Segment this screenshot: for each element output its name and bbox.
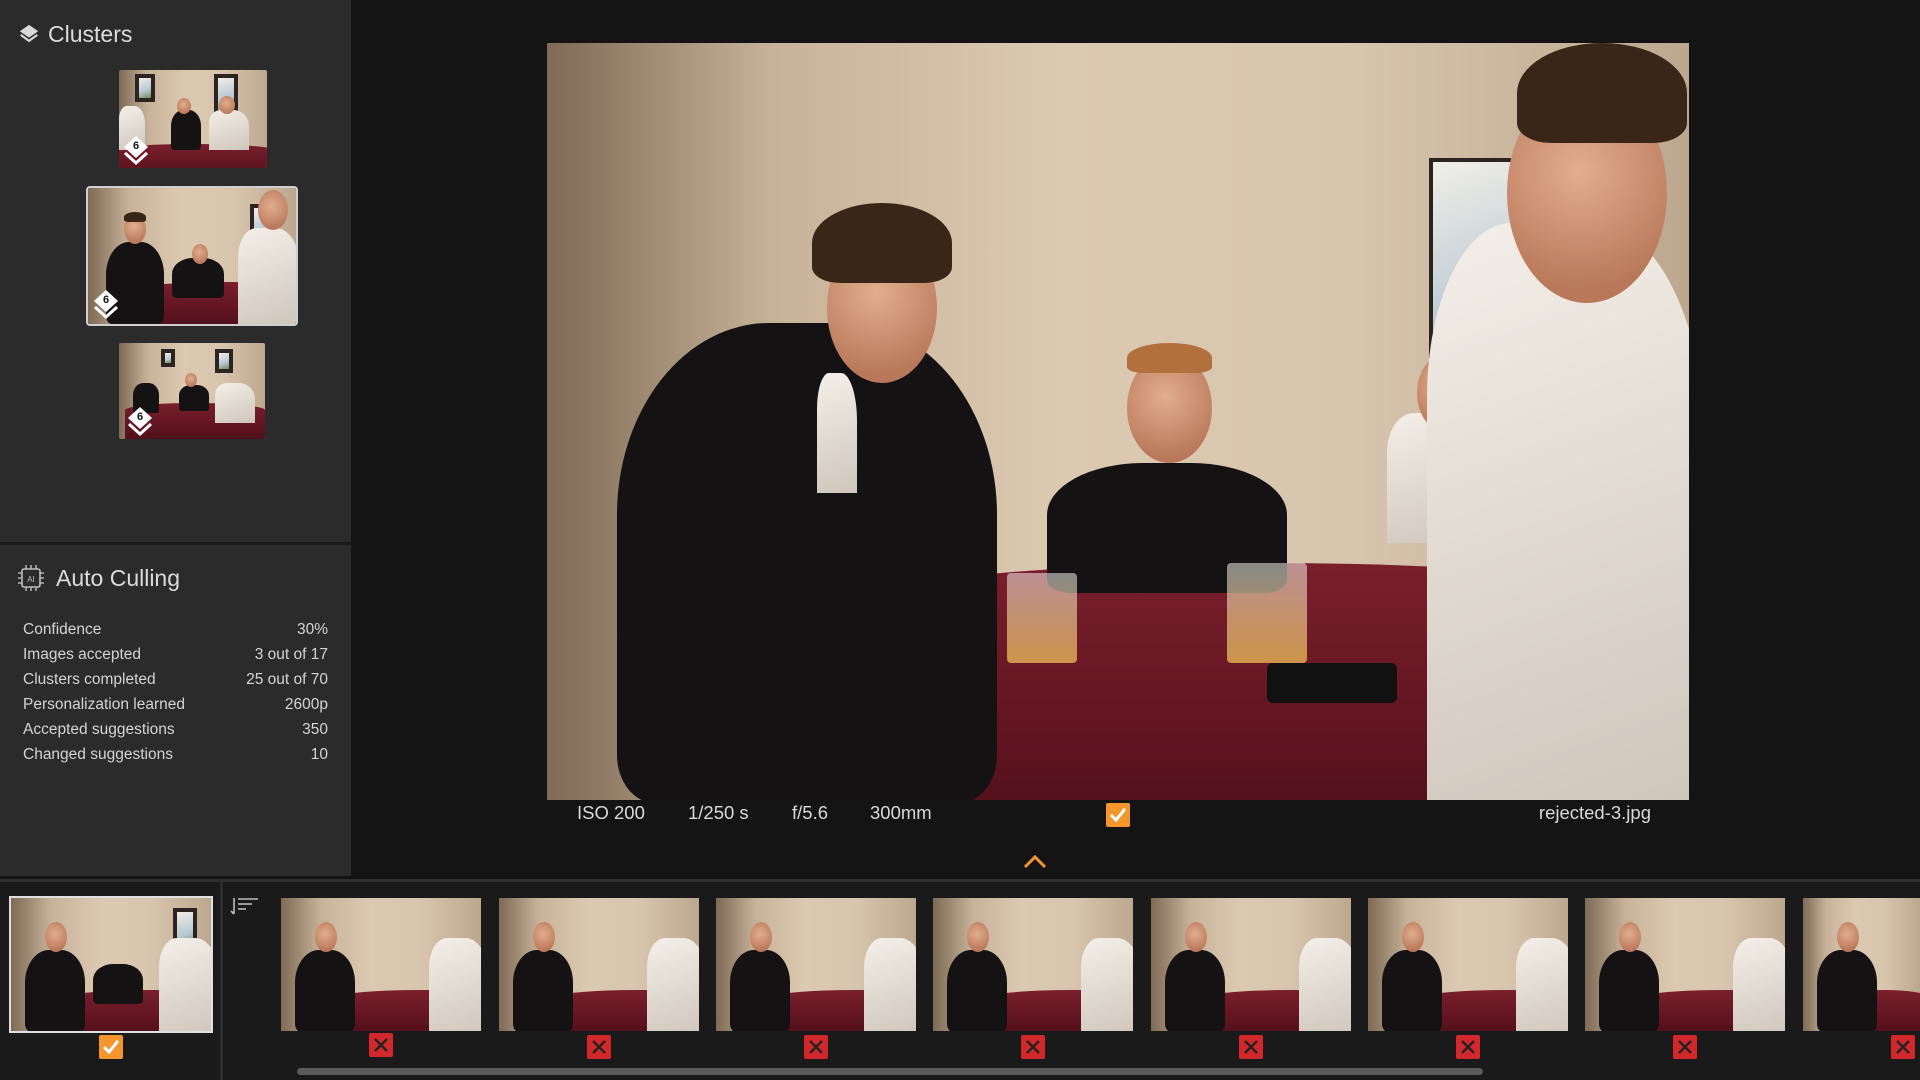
main-photo [547, 43, 1689, 800]
clusters-header: Clusters [18, 20, 132, 48]
reject-toggle[interactable] [369, 1033, 393, 1057]
checkmark-icon [102, 1040, 120, 1055]
stat-row: Confidence 30% [23, 617, 328, 642]
auto-culling-title: Auto Culling [56, 564, 181, 591]
x-icon [1244, 1040, 1258, 1054]
stat-row: Clusters completed 25 out of 70 [23, 667, 328, 692]
stat-value: 10 [310, 746, 328, 763]
reject-toggle[interactable] [1021, 1035, 1045, 1059]
filmstrip-thumb[interactable] [1368, 898, 1568, 1031]
ai-chip-icon: AI [18, 565, 44, 591]
x-icon [809, 1040, 823, 1054]
filmstrip-accept-toggle[interactable] [99, 1035, 123, 1059]
stat-label: Personalization learned [23, 696, 185, 713]
iso-value: ISO 200 [577, 802, 645, 823]
filmstrip-photo [933, 898, 1133, 1031]
filmstrip-photo [1368, 898, 1568, 1031]
filmstrip-scrollbar[interactable] [297, 1068, 1483, 1075]
stat-row: Personalization learned 2600p [23, 692, 328, 717]
filmstrip-thumb-current[interactable] [9, 896, 213, 1033]
reject-toggle[interactable] [587, 1035, 611, 1059]
stat-label: Clusters completed [23, 671, 156, 688]
chevron-up-icon[interactable] [1022, 853, 1048, 871]
filmstrip-photo [281, 898, 481, 1031]
stat-value: 25 out of 70 [246, 671, 328, 688]
x-icon [1896, 1040, 1910, 1054]
x-icon [592, 1040, 606, 1054]
cluster-thumb-1[interactable]: 6 [119, 70, 267, 168]
culling-stats: Confidence 30% Images accepted 3 out of 17… [23, 617, 328, 767]
stat-label: Confidence [23, 621, 102, 638]
filmstrip-thumb[interactable] [499, 898, 699, 1031]
checkmark-icon [1109, 808, 1127, 823]
cluster-thumb-3[interactable]: 6 [119, 343, 265, 439]
stat-label: Accepted suggestions [23, 721, 175, 738]
stat-row: Images accepted 3 out of 17 [23, 642, 328, 667]
stat-row: Changed suggestions 10 [23, 742, 328, 767]
filmstrip-thumb[interactable] [1585, 898, 1785, 1031]
reject-toggle[interactable] [1456, 1035, 1480, 1059]
left-panel: Clusters 6 6 6 AI Auto Culling Confidenc… [0, 0, 351, 876]
cluster-stack-badge: 6 [122, 134, 150, 166]
filmstrip-photo [1803, 898, 1920, 1031]
filmstrip [0, 879, 1920, 1080]
x-icon [1461, 1040, 1475, 1054]
sort-icon[interactable] [230, 895, 260, 917]
stat-value: 30% [296, 621, 328, 638]
stat-label: Images accepted [23, 646, 142, 663]
reject-toggle[interactable] [1239, 1035, 1263, 1059]
filmstrip-photo [1585, 898, 1785, 1031]
x-icon [374, 1038, 388, 1052]
filmstrip-thumb[interactable] [1803, 898, 1920, 1031]
cluster-thumb-2[interactable]: 6 [86, 186, 298, 326]
photo-culling-app: Clusters 6 6 6 AI Auto Culling Confidenc… [0, 0, 1920, 1080]
filmstrip-thumb[interactable] [1151, 898, 1351, 1031]
shutter-speed: 1/250 s [688, 802, 749, 823]
main-photo-viewer[interactable] [547, 43, 1689, 800]
filmstrip-photo [11, 898, 211, 1031]
x-icon [1026, 1040, 1040, 1054]
filmstrip-thumb[interactable] [933, 898, 1133, 1031]
aperture: f/5.6 [792, 802, 828, 823]
stat-value: 2600p [284, 696, 328, 713]
focal-length: 300mm [870, 802, 932, 823]
stat-row: Accepted suggestions 350 [23, 717, 328, 742]
cluster-count: 6 [136, 411, 144, 423]
auto-culling-header: AI Auto Culling [16, 563, 180, 593]
cluster-count: 6 [132, 140, 140, 152]
cluster-count: 6 [102, 294, 110, 306]
svg-text:AI: AI [27, 575, 35, 584]
filmstrip-thumb[interactable] [281, 898, 481, 1031]
layers-icon [19, 24, 39, 43]
filmstrip-thumb[interactable] [716, 898, 916, 1031]
reject-toggle[interactable] [804, 1035, 828, 1059]
filmstrip-photo [1151, 898, 1351, 1031]
photo-info-bar: ISO 200 1/250 s f/5.6 300mm rejected-3.j… [547, 800, 1689, 830]
cluster-stack-badge: 6 [126, 405, 154, 437]
clusters-title: Clusters [48, 20, 133, 47]
x-icon [1678, 1040, 1692, 1054]
reject-toggle[interactable] [1891, 1035, 1915, 1059]
panel-divider [0, 542, 351, 545]
filmstrip-photo [499, 898, 699, 1031]
stat-value: 350 [302, 721, 328, 738]
filmstrip-separator [220, 882, 223, 1080]
stat-label: Changed suggestions [23, 746, 173, 763]
stat-value: 3 out of 17 [254, 646, 328, 663]
reject-toggle[interactable] [1673, 1035, 1697, 1059]
filmstrip-photo [716, 898, 916, 1031]
accept-toggle[interactable] [1106, 803, 1130, 827]
cluster-stack-badge: 6 [92, 288, 120, 320]
filename: rejected-3.jpg [1538, 802, 1651, 823]
